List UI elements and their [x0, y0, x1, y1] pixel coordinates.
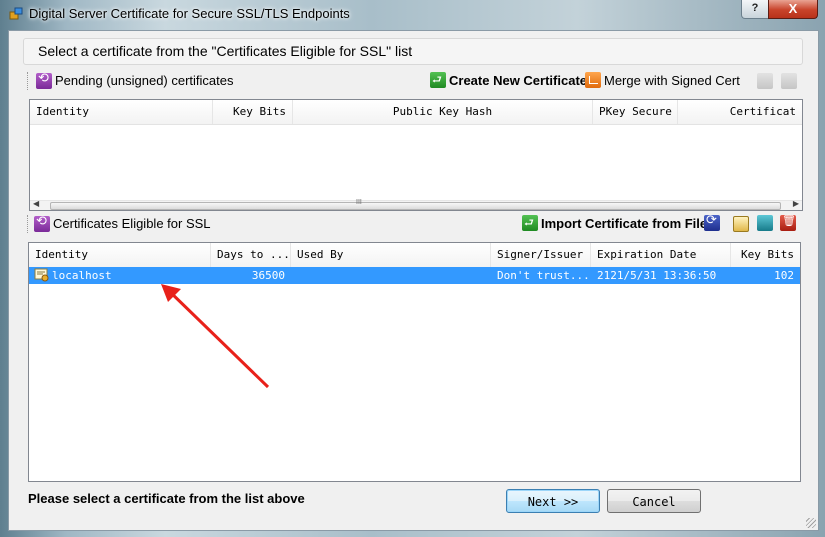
title-bar: Digital Server Certificate for Secure SS… — [0, 0, 825, 30]
table-row[interactable]: localhost 36500 Don't trust... 2121/5/31… — [29, 267, 800, 284]
dialog-client-area: Select a certificate from the "Certifica… — [8, 30, 819, 531]
scroll-thumb[interactable]: III — [50, 199, 781, 210]
cell-expiration: 2121/5/31 13:36:50 — [597, 269, 717, 282]
pending-certificates-list[interactable]: Identity Key Bits Public Key Hash PKey S… — [29, 99, 803, 211]
cancel-label: Cancel — [632, 495, 676, 509]
instruction-text: Select a certificate from the "Certifica… — [38, 43, 413, 59]
column-signer-issuer[interactable]: Signer/Issuer — [491, 243, 591, 267]
column-identity[interactable]: Identity — [30, 100, 213, 124]
merge-label: Merge with Signed Cert — [604, 72, 740, 88]
certificate-app-icon — [9, 7, 23, 20]
pending-list-header: Identity Key Bits Public Key Hash PKey S… — [30, 100, 802, 125]
column-key-bits[interactable]: Key Bits — [213, 100, 293, 124]
import-certificate-button[interactable]: Import Certificate from File — [522, 213, 707, 233]
merge-signed-cert-button[interactable]: Merge with Signed Cert — [585, 70, 740, 90]
column-used-by[interactable]: Used By — [291, 243, 491, 267]
create-certificate-icon — [430, 71, 446, 90]
import-icon — [522, 214, 538, 233]
pending-toolbar: Pending (unsigned) certificates Create N… — [27, 69, 801, 93]
certificate-icon[interactable] — [733, 216, 749, 232]
cell-used-by — [291, 267, 491, 284]
eligible-toolbar: Certificates Eligible for SSL Import Cer… — [27, 212, 801, 236]
eligible-certificates-list[interactable]: Identity Days to ... Used By Signer/Issu… — [28, 242, 801, 482]
cell-signer: Don't trust... — [497, 269, 590, 282]
refresh-icon[interactable] — [36, 71, 52, 89]
cancel-button[interactable]: Cancel — [607, 489, 701, 513]
pending-horizontal-scrollbar[interactable]: ◀ III ▶ — [30, 199, 802, 210]
certificate-disabled-icon[interactable] — [757, 73, 773, 89]
status-message: Please select a certificate from the lis… — [28, 491, 305, 506]
refresh-blue-icon[interactable] — [704, 213, 720, 231]
instruction-panel: Select a certificate from the "Certifica… — [23, 38, 803, 65]
dialog-window: Digital Server Certificate for Secure SS… — [0, 0, 825, 537]
delete-icon[interactable] — [780, 214, 796, 231]
next-button[interactable]: Next >> — [506, 489, 600, 513]
next-label: Next >> — [527, 495, 579, 509]
delete-disabled-icon[interactable] — [781, 73, 797, 89]
help-button[interactable]: ? — [741, 0, 769, 19]
column-days-to-expire[interactable]: Days to ... — [211, 243, 291, 267]
column-public-key-hash[interactable]: Public Key Hash — [293, 100, 593, 124]
column-certificate[interactable]: Certificat — [678, 100, 802, 124]
annotation-arrow — [161, 284, 270, 389]
column-identity[interactable]: Identity — [29, 243, 211, 267]
import-certificate-label: Import Certificate from File — [541, 215, 708, 231]
toolbar-grip[interactable] — [27, 215, 31, 233]
eligible-label: Certificates Eligible for SSL — [53, 216, 211, 231]
column-pkey-secure[interactable]: PKey Secure — [593, 100, 678, 124]
cell-key-bits: 102 — [774, 269, 794, 282]
create-certificate-button[interactable]: Create New Certificate — [430, 70, 587, 90]
resize-grip[interactable] — [806, 518, 816, 528]
create-certificate-label: Create New Certificate — [449, 72, 587, 88]
refresh-icon[interactable] — [34, 214, 50, 232]
close-button[interactable]: X — [768, 0, 818, 19]
scroll-grip: III — [356, 199, 362, 206]
window-title: Digital Server Certificate for Secure SS… — [29, 6, 350, 21]
export-icon[interactable] — [757, 215, 773, 231]
column-key-bits[interactable]: Key Bits — [731, 243, 800, 267]
scroll-left-arrow[interactable]: ◀ — [33, 199, 39, 208]
toolbar-grip[interactable] — [27, 72, 31, 90]
scroll-right-arrow[interactable]: ▶ — [793, 199, 799, 208]
pending-label: Pending (unsigned) certificates — [55, 73, 234, 88]
merge-icon — [585, 72, 601, 88]
eligible-list-header: Identity Days to ... Used By Signer/Issu… — [29, 243, 800, 268]
column-expiration-date[interactable]: Expiration Date — [591, 243, 731, 267]
